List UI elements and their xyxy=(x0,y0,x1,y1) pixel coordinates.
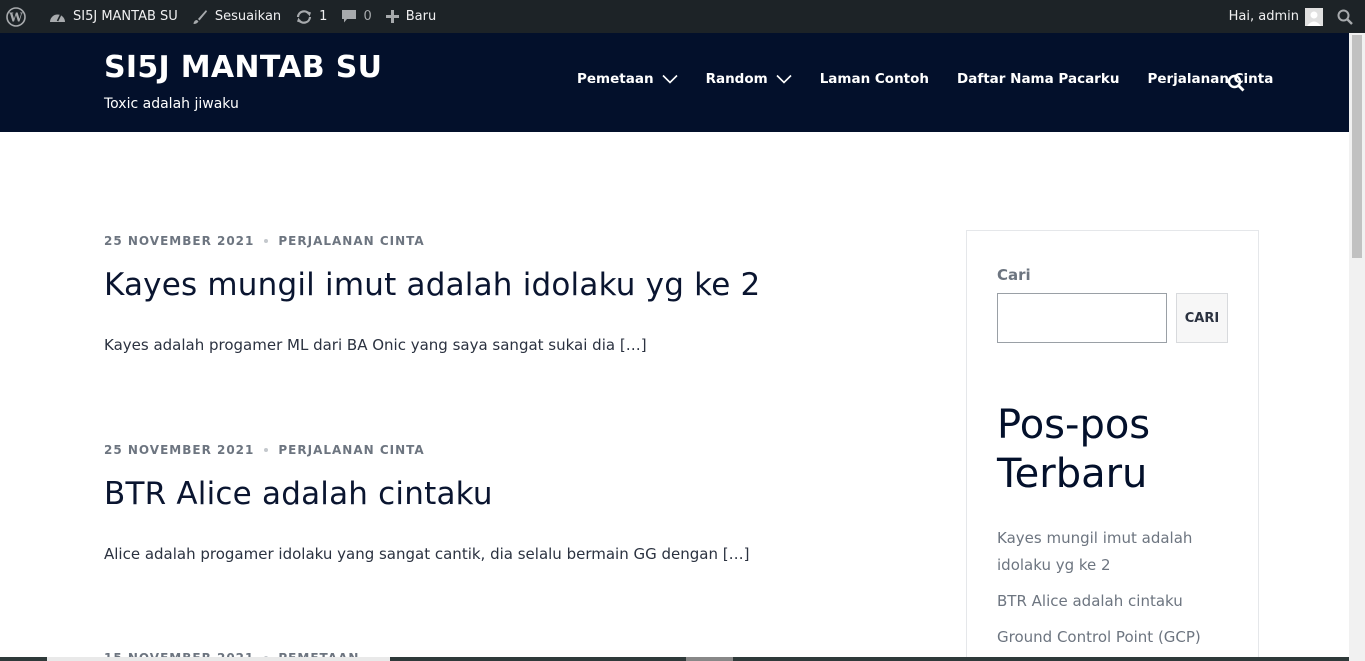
plus-icon xyxy=(385,10,399,23)
excerpt-text: Alice adalah progamer idolaku yang sanga… xyxy=(104,545,718,563)
header-search-button[interactable] xyxy=(1227,74,1245,96)
read-more-link[interactable]: […] xyxy=(723,545,750,563)
site-name-menu[interactable]: SI5J MANTAB SU xyxy=(42,0,185,33)
brush-icon xyxy=(192,9,208,25)
nav-label: Random xyxy=(705,71,768,87)
my-account-menu[interactable]: Hai, admin xyxy=(1222,0,1330,33)
search-input[interactable] xyxy=(997,293,1167,343)
wordpress-menu[interactable]: W xyxy=(0,0,42,33)
recent-post-link[interactable]: BTR Alice adalah cintaku xyxy=(997,588,1237,615)
search-button[interactable]: CARI xyxy=(1176,293,1228,343)
nav-item-daftar-nama-pacarku[interactable]: Daftar Nama Pacarku xyxy=(957,71,1119,87)
customize-menu[interactable]: Sesuaikan xyxy=(185,0,288,33)
site-header: SI5J MANTAB SU Toxic adalah jiwaku Pemet… xyxy=(0,33,1349,132)
site-description: Toxic adalah jiwaku xyxy=(104,96,239,112)
search-icon xyxy=(1227,74,1245,96)
strip-segment xyxy=(47,657,390,661)
customize-label: Sesuaikan xyxy=(214,9,282,24)
new-label: Baru xyxy=(405,9,437,24)
nav-item-perjalanan-cinta[interactable]: Perjalanan Cinta xyxy=(1147,71,1273,87)
post-category[interactable]: PERJALANAN CINTA xyxy=(278,443,424,457)
bottom-status-strip xyxy=(0,657,1349,661)
nav-label: Laman Contoh xyxy=(819,71,930,87)
read-more-link[interactable]: […] xyxy=(620,336,647,354)
new-content-menu[interactable]: Baru xyxy=(379,0,443,33)
avatar xyxy=(1305,7,1323,26)
site-title[interactable]: SI5J MANTAB SU xyxy=(104,50,382,85)
scrollbar-thumb[interactable] xyxy=(1352,35,1362,258)
meta-separator xyxy=(264,239,269,243)
site-name-label: SI5J MANTAB SU xyxy=(73,9,178,24)
post-title[interactable]: Kayes mungil imut adalah idolaku yg ke 2 xyxy=(104,267,924,303)
post-entry: 25 NOVEMBER 2021 PERJALANAN CINTA BTR Al… xyxy=(104,443,924,563)
recent-posts-heading: Pos-pos Terbaru xyxy=(997,402,1151,497)
chevron-down-icon xyxy=(661,74,678,84)
post-meta: 25 NOVEMBER 2021 PERJALANAN CINTA xyxy=(104,234,924,248)
svg-text:W: W xyxy=(8,10,23,24)
primary-nav: Pemetaan Random Laman Contoh Daftar Nama… xyxy=(577,71,1301,87)
post-excerpt: Alice adalah progamer idolaku yang sanga… xyxy=(104,545,924,563)
admin-search-button[interactable] xyxy=(1330,0,1365,33)
comment-icon xyxy=(341,9,357,24)
wordpress-icon: W xyxy=(6,6,26,27)
chevron-down-icon xyxy=(776,74,792,84)
post-entry: 25 NOVEMBER 2021 PERJALANAN CINTA Kayes … xyxy=(104,234,924,354)
post-date[interactable]: 25 NOVEMBER 2021 xyxy=(104,443,254,457)
nav-label: Pemetaan xyxy=(577,71,654,87)
comments-count: 0 xyxy=(363,9,372,24)
post-title[interactable]: BTR Alice adalah cintaku xyxy=(104,476,924,512)
nav-item-pemetaan[interactable]: Pemetaan xyxy=(577,71,678,87)
admin-bar: W SI5J MANTAB SU Sesuaikan 1 0 Baru Hai,… xyxy=(0,0,1365,33)
dashboard-icon xyxy=(49,10,66,24)
sidebar: Cari CARI Pos-pos Terbaru Kayes mungil i… xyxy=(966,230,1259,661)
updates-count: 1 xyxy=(319,9,328,24)
nav-item-laman-contoh[interactable]: Laman Contoh xyxy=(820,71,929,87)
post-date[interactable]: 25 NOVEMBER 2021 xyxy=(104,234,254,248)
meta-separator xyxy=(264,448,269,452)
strip-segment xyxy=(686,657,733,661)
greeting-label: Hai, admin xyxy=(1228,9,1299,24)
post-meta: 25 NOVEMBER 2021 PERJALANAN CINTA xyxy=(104,443,924,457)
updates-menu[interactable]: 1 xyxy=(288,0,334,33)
nav-label: Perjalanan Cinta xyxy=(1147,71,1274,87)
post-category[interactable]: PERJALANAN CINTA xyxy=(278,234,424,248)
comments-menu[interactable]: 0 xyxy=(334,0,378,33)
post-excerpt: Kayes adalah progamer ML dari BA Onic ya… xyxy=(104,336,924,354)
nav-item-random[interactable]: Random xyxy=(706,71,792,87)
update-icon xyxy=(295,9,313,25)
nav-label: Daftar Nama Pacarku xyxy=(957,71,1120,87)
search-label: Cari xyxy=(997,266,1031,284)
recent-post-link[interactable]: Kayes mungil imut adalah idolaku yg ke 2 xyxy=(997,525,1237,579)
recent-posts-list: Kayes mungil imut adalah idolaku yg ke 2… xyxy=(997,525,1237,660)
recent-post-link[interactable]: Ground Control Point (GCP) xyxy=(997,624,1237,651)
excerpt-text: Kayes adalah progamer ML dari BA Onic ya… xyxy=(104,336,616,354)
search-icon xyxy=(1337,9,1353,25)
page-scrollbar[interactable] xyxy=(1349,33,1365,661)
